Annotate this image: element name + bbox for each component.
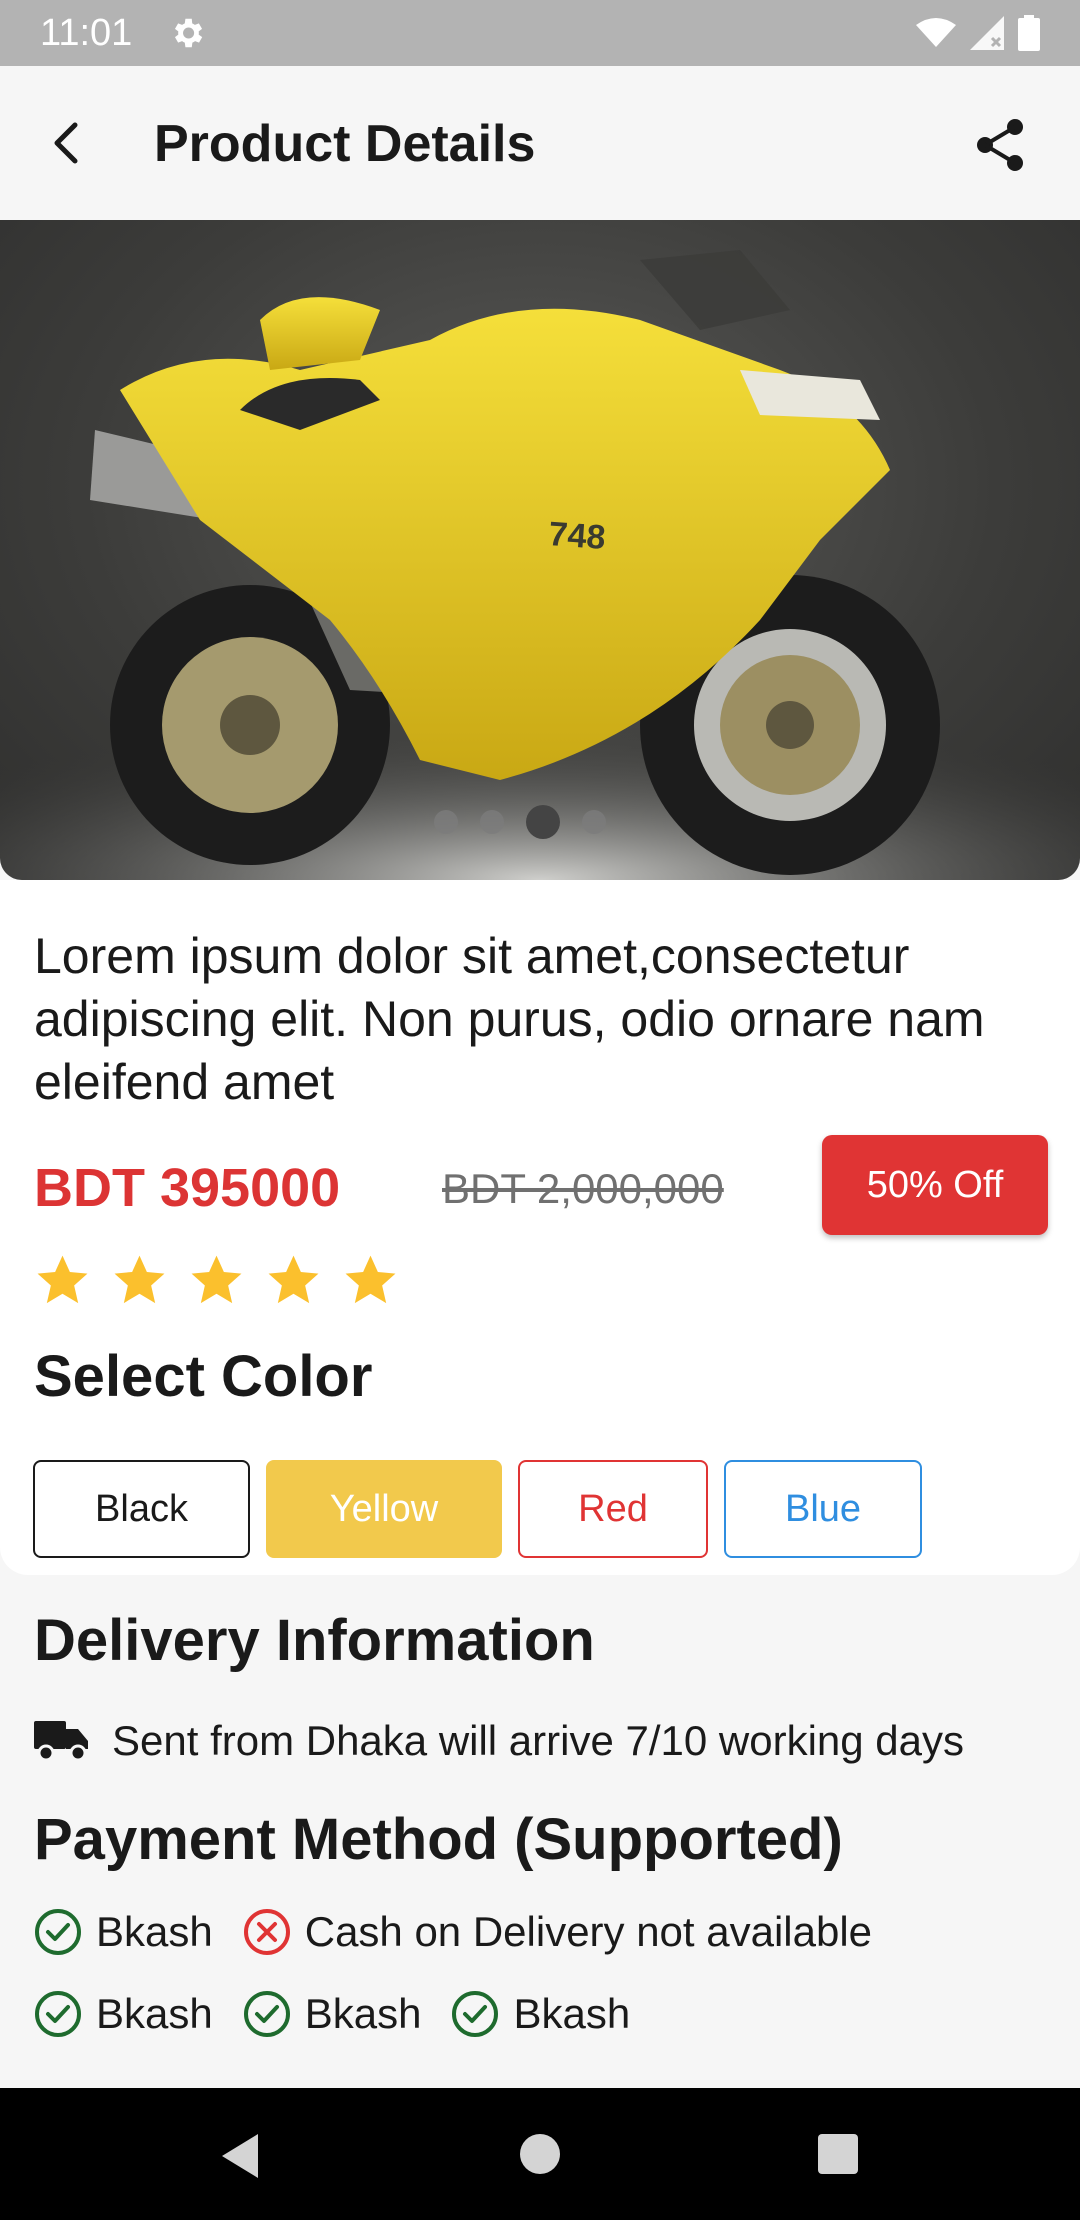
payment-label: Bkash bbox=[96, 1908, 213, 1955]
check-circle-icon bbox=[35, 1991, 81, 2037]
cross-circle-icon bbox=[243, 1909, 290, 1955]
star-icon bbox=[114, 1255, 165, 1304]
payment-label: Bkash bbox=[513, 1990, 631, 2037]
product-info-card: Lorem ipsum dolor sit amet,consectetur a… bbox=[0, 880, 1080, 1575]
system-nav-bar bbox=[0, 2088, 1080, 2220]
carousel-dot-1[interactable] bbox=[434, 810, 458, 834]
color-option-blue[interactable]: Blue bbox=[724, 1460, 922, 1558]
select-color-title: Select Color bbox=[34, 1344, 373, 1409]
original-price: BDT 2,000,000 bbox=[442, 1165, 724, 1212]
nav-back-icon[interactable] bbox=[218, 2132, 262, 2180]
payment-method-supported: Bkash bbox=[34, 1990, 213, 2038]
payment-label: Cash on Delivery not available bbox=[304, 1908, 873, 1955]
star-icon bbox=[345, 1255, 396, 1304]
payment-title: Payment Method (Supported) bbox=[34, 1807, 843, 1872]
check-circle-icon bbox=[35, 1909, 81, 1955]
motorcycle-image: 748 bbox=[0, 250, 1080, 880]
fairing-number: 748 bbox=[547, 515, 606, 557]
status-time: 11:01 bbox=[40, 12, 133, 54]
back-arrow-icon bbox=[54, 122, 78, 164]
page-title: Product Details bbox=[154, 115, 536, 173]
carousel-dot-2[interactable] bbox=[480, 810, 504, 834]
delivery-info: Sent from Dhaka will arrive 7/10 working… bbox=[34, 1712, 964, 1770]
carousel-dot-4[interactable] bbox=[582, 810, 606, 834]
share-icon bbox=[977, 119, 1023, 171]
star-icon bbox=[268, 1255, 319, 1304]
product-image[interactable]: 748 bbox=[0, 220, 1080, 880]
signal-icon bbox=[970, 16, 1004, 50]
check-circle-icon bbox=[452, 1991, 499, 2037]
payment-method-unavailable: Cash on Delivery not available bbox=[243, 1908, 872, 1956]
delivery-title: Delivery Information bbox=[34, 1608, 595, 1673]
payment-row: Bkash Bkash Bkash bbox=[34, 1990, 660, 2038]
star-icon bbox=[191, 1255, 242, 1304]
nav-home-icon[interactable] bbox=[520, 2134, 560, 2174]
star-icon bbox=[37, 1255, 88, 1304]
payment-method-supported: Bkash bbox=[243, 1990, 422, 2038]
payment-row: Bkash Cash on Delivery not available bbox=[34, 1908, 902, 1956]
wifi-icon bbox=[916, 18, 956, 47]
payment-method-supported: Bkash bbox=[34, 1908, 213, 1956]
delivery-text: Sent from Dhaka will arrive 7/10 working… bbox=[112, 1717, 965, 1764]
check-circle-icon bbox=[243, 1991, 290, 2037]
color-option-yellow[interactable]: Yellow bbox=[266, 1460, 502, 1558]
discount-badge: 50% Off bbox=[822, 1135, 1048, 1235]
product-description: Lorem ipsum dolor sit amet,consectetur a… bbox=[34, 928, 985, 1110]
share-button[interactable] bbox=[966, 110, 1036, 180]
gear-icon bbox=[174, 18, 203, 48]
color-option-red[interactable]: Red bbox=[518, 1460, 708, 1558]
app-bar: Product Details bbox=[0, 66, 1080, 220]
rating-stars bbox=[34, 1252, 399, 1309]
payment-label: Bkash bbox=[304, 1990, 422, 2037]
payment-label: Bkash bbox=[96, 1990, 213, 2037]
color-options: Black Yellow Red Blue bbox=[33, 1460, 922, 1558]
color-option-black[interactable]: Black bbox=[33, 1460, 250, 1558]
price-row: BDT 395000 BDT 2,000,000 50% Off bbox=[34, 1135, 1048, 1235]
truck-icon bbox=[34, 1721, 88, 1762]
status-bar: 11:01 bbox=[0, 0, 1080, 66]
back-button[interactable] bbox=[30, 108, 100, 178]
battery-icon bbox=[1018, 15, 1040, 51]
carousel-dot-3-active[interactable] bbox=[526, 805, 560, 839]
payment-method-supported: Bkash bbox=[451, 1990, 630, 2038]
carousel-indicator bbox=[0, 805, 1060, 839]
current-price: BDT 395000 bbox=[34, 1158, 341, 1218]
nav-recents-icon[interactable] bbox=[818, 2134, 858, 2174]
